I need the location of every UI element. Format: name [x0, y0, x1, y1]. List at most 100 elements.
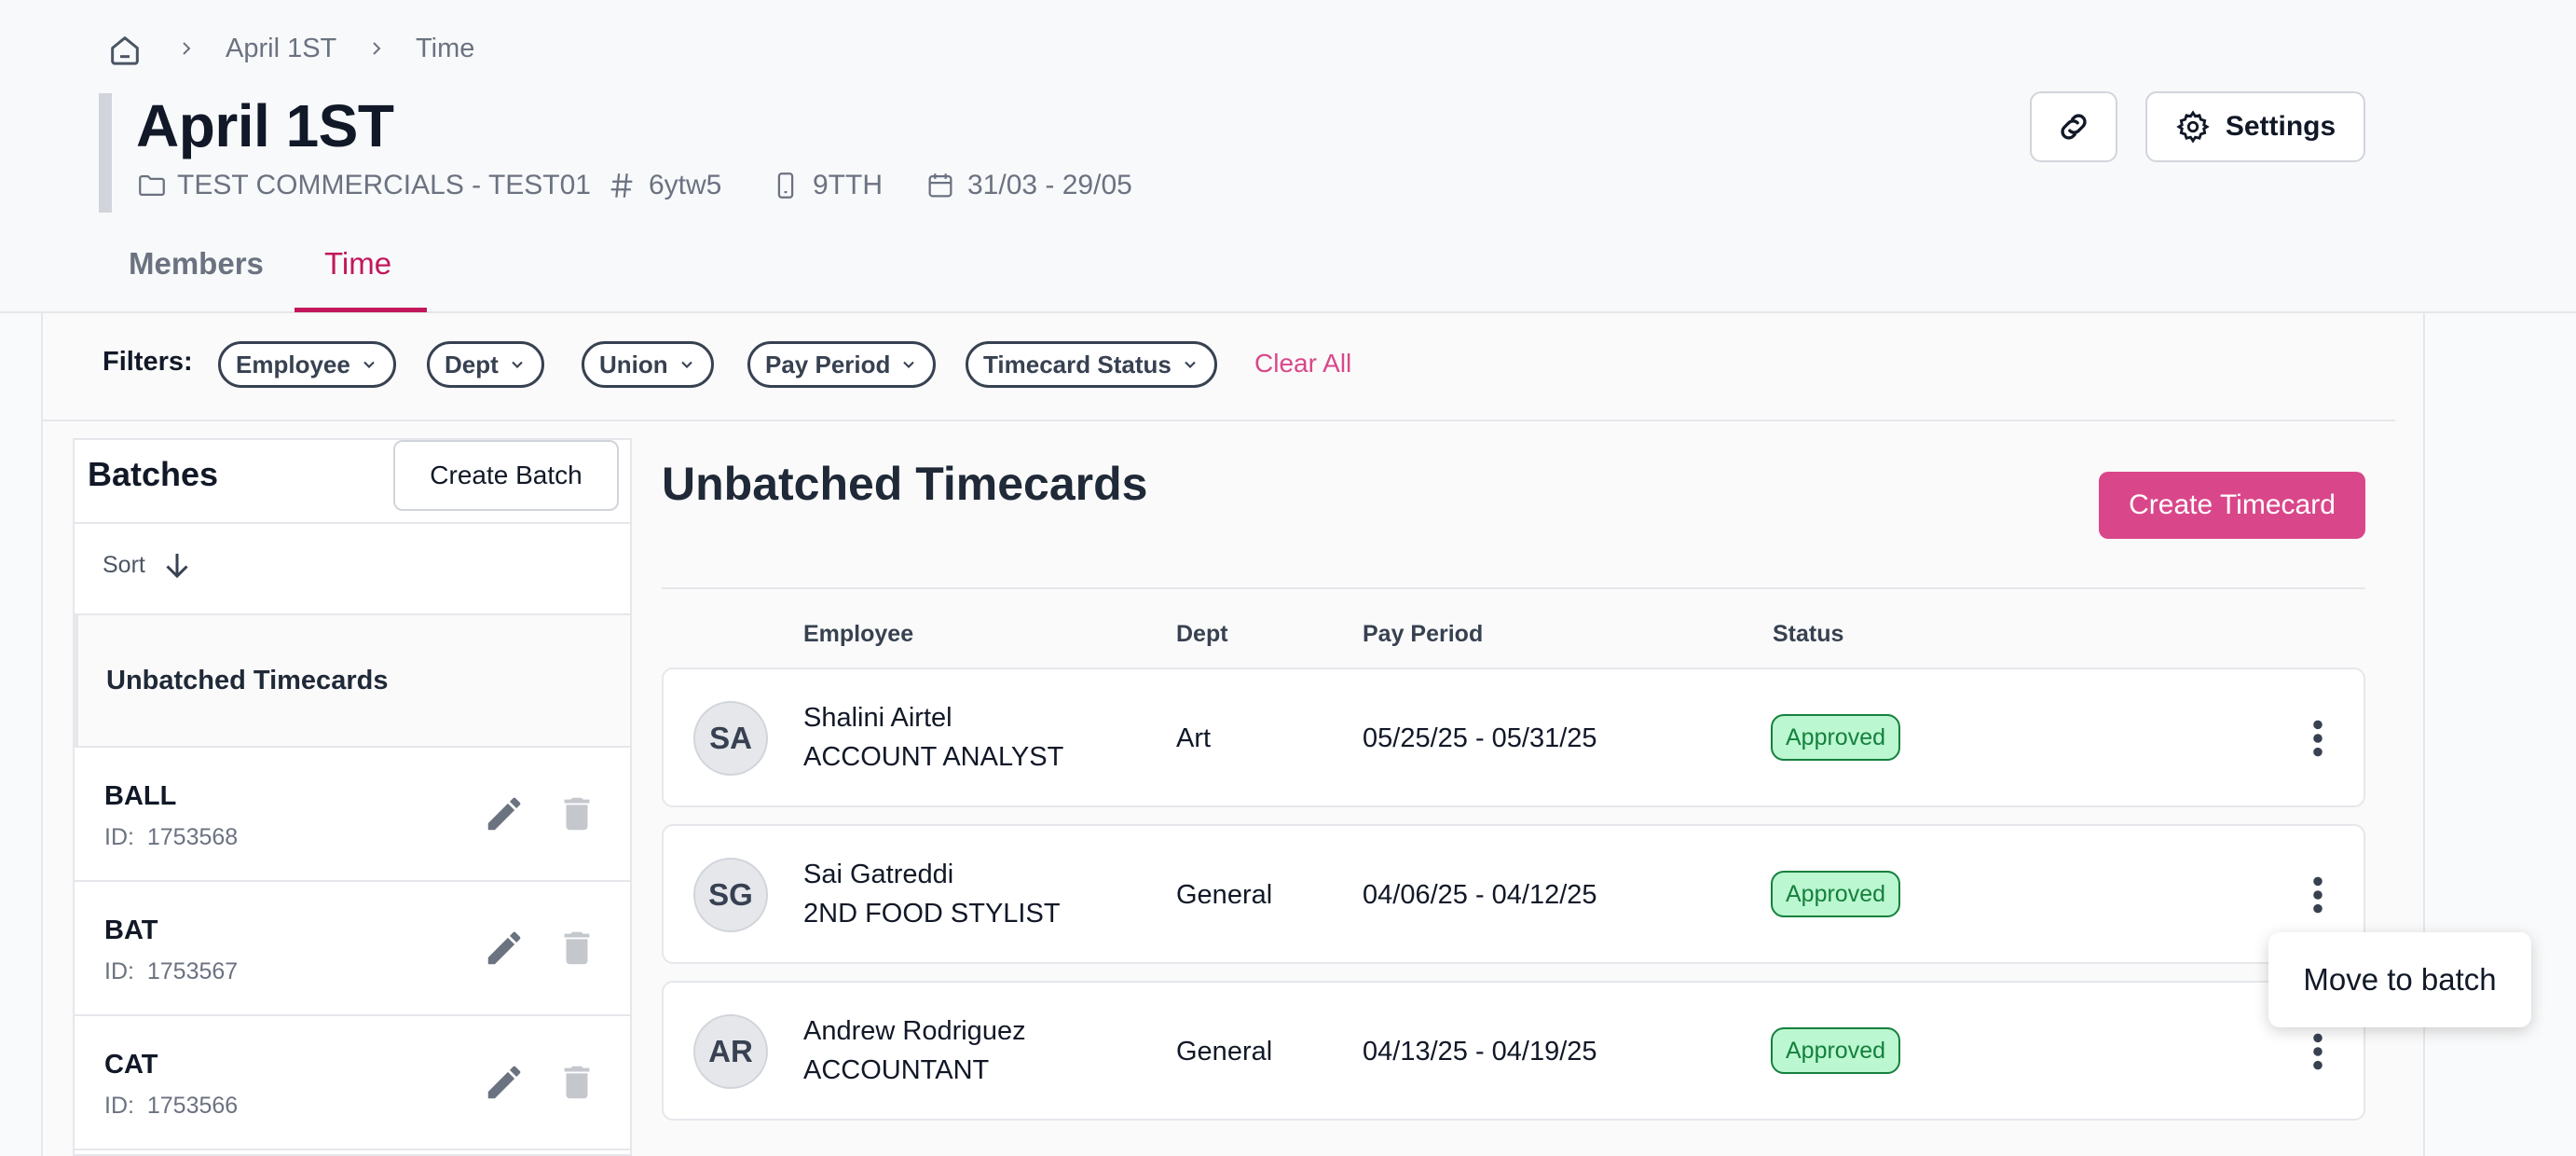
pencil-icon[interactable] — [483, 792, 526, 835]
filter-label: Union — [599, 350, 668, 378]
settings-button[interactable]: Settings — [2145, 91, 2365, 162]
phone-icon — [777, 172, 794, 199]
tab-members[interactable]: Members — [129, 246, 264, 282]
tab-time[interactable]: Time — [324, 246, 391, 282]
dept-value: General — [1176, 1037, 1273, 1067]
more-vertical-icon[interactable] — [2304, 1031, 2332, 1072]
employee-role: 2ND FOOD STYLIST — [803, 899, 1061, 929]
time-content: Filters: Employee Dept Union Pay Period … — [41, 313, 2425, 1156]
trash-icon[interactable] — [555, 792, 598, 835]
filter-employee[interactable]: Employee — [218, 341, 396, 388]
date-range: 31/03 - 29/05 — [967, 170, 1132, 200]
device-code: 9TTH — [813, 170, 883, 200]
dept-value: Art — [1176, 723, 1212, 753]
batch-id-label: ID: — [104, 1093, 134, 1119]
batch-item[interactable]: BALL ID: 1753568 — [75, 748, 630, 882]
timecards-title: Unbatched Timecards — [662, 458, 1148, 510]
copy-link-button[interactable] — [2030, 91, 2117, 162]
chevron-down-icon — [903, 361, 915, 368]
avatar: SA — [693, 701, 768, 776]
breadcrumb-item[interactable]: Time — [416, 34, 474, 64]
page-header: April 1ST Time April 1ST TEST COMMERCIAL… — [0, 0, 2576, 313]
arrow-down-icon — [166, 554, 188, 579]
batch-id: ID: 1753567 — [104, 958, 238, 985]
more-vertical-icon[interactable] — [2304, 718, 2332, 759]
status-badge: Approved — [1771, 714, 1901, 761]
chevron-down-icon — [680, 361, 692, 368]
gear-icon — [2176, 110, 2210, 144]
filter-pay-period[interactable]: Pay Period — [747, 341, 937, 388]
dept-value: General — [1176, 880, 1273, 910]
employee-role: ACCOUNTANT — [803, 1055, 990, 1085]
more-vertical-icon[interactable] — [2304, 874, 2332, 915]
page-title: April 1ST — [136, 92, 394, 159]
batch-id-value: 1753567 — [146, 958, 239, 984]
filter-timecard-status[interactable]: Timecard Status — [966, 341, 1217, 388]
sort-control[interactable]: Sort — [103, 548, 194, 582]
breadcrumb-item[interactable]: April 1ST — [226, 34, 336, 64]
column-header-status[interactable]: Status — [1773, 621, 1843, 648]
batch-name: BAT — [104, 915, 158, 945]
avatar: SG — [693, 858, 768, 932]
folder-icon — [139, 174, 165, 197]
sort-label: Sort — [103, 551, 145, 578]
employee-role: ACCOUNT ANALYST — [803, 742, 1064, 772]
filter-bar: Filters: Employee Dept Union Pay Period … — [43, 313, 2395, 421]
batches-panel: Batches Create Batch Sort Unbatched Time… — [73, 438, 632, 1156]
batch-id-value: 1753566 — [146, 1093, 239, 1119]
project-code: 6ytw5 — [649, 170, 722, 200]
divider — [75, 522, 630, 524]
unbatched-label: Unbatched Timecards — [106, 666, 389, 695]
home-icon[interactable] — [106, 32, 144, 69]
filter-union[interactable]: Union — [582, 341, 714, 388]
batches-title: Batches — [88, 455, 219, 493]
filters-label: Filters: — [103, 347, 193, 377]
filter-dept[interactable]: Dept — [427, 341, 544, 388]
chevron-down-icon — [512, 361, 523, 368]
employee-name: Sai Gatreddi — [803, 860, 954, 889]
filter-label: Dept — [445, 350, 499, 378]
pay-period-value: 04/06/25 - 04/12/25 — [1363, 880, 1597, 910]
pencil-icon[interactable] — [483, 927, 526, 970]
filter-label: Timecard Status — [983, 350, 1172, 378]
batch-id: ID: 1753568 — [104, 824, 238, 851]
active-tab-indicator — [295, 308, 427, 312]
settings-label: Settings — [2225, 111, 2336, 142]
unbatched-timecards-item[interactable]: Unbatched Timecards — [75, 615, 630, 748]
batch-id-value: 1753568 — [146, 824, 239, 850]
batch-id: ID: 1753566 — [104, 1093, 238, 1120]
avatar: AR — [693, 1014, 768, 1089]
batch-id-label: ID: — [104, 824, 134, 850]
status-badge: Approved — [1771, 1027, 1901, 1074]
chevron-down-icon — [1185, 361, 1196, 368]
pencil-icon[interactable] — [483, 1061, 526, 1104]
column-header-employee[interactable]: Employee — [803, 621, 913, 648]
chevron-right-icon — [183, 42, 191, 55]
pay-period-value: 04/13/25 - 04/19/25 — [1363, 1037, 1597, 1067]
clear-all-link[interactable]: Clear All — [1254, 349, 1351, 378]
timecard-row[interactable]: SG Sai Gatreddi 2ND FOOD STYLIST General… — [662, 824, 2365, 964]
create-timecard-button[interactable]: Create Timecard — [2099, 472, 2365, 539]
timecard-row[interactable]: AR Andrew Rodriguez ACCOUNTANT General 0… — [662, 981, 2365, 1121]
move-to-batch-menu-item[interactable]: Move to batch — [2268, 932, 2531, 1027]
batch-item[interactable]: BAT ID: 1753567 — [75, 882, 630, 1016]
batch-id-label: ID: — [104, 958, 134, 984]
timecard-row[interactable]: SA Shalini Airtel ACCOUNT ANALYST Art 05… — [662, 667, 2365, 807]
employee-name: Shalini Airtel — [803, 703, 952, 733]
batch-name: BALL — [104, 781, 177, 811]
link-icon — [2061, 114, 2087, 140]
status-badge: Approved — [1771, 871, 1901, 917]
hash-icon — [610, 173, 633, 198]
trash-icon[interactable] — [555, 927, 598, 970]
filter-label: Pay Period — [765, 350, 891, 378]
pay-period-value: 05/25/25 - 05/31/25 — [1363, 723, 1597, 753]
column-header-pay-period[interactable]: Pay Period — [1363, 621, 1483, 648]
create-batch-button[interactable]: Create Batch — [393, 440, 619, 511]
trash-icon[interactable] — [555, 1061, 598, 1104]
title-accent-bar — [99, 93, 112, 213]
column-header-dept[interactable]: Dept — [1176, 621, 1228, 648]
chevron-down-icon — [363, 361, 375, 368]
divider — [662, 587, 2365, 589]
employee-name: Andrew Rodriguez — [803, 1016, 1026, 1046]
batch-item[interactable]: CAT ID: 1753566 — [75, 1016, 630, 1150]
